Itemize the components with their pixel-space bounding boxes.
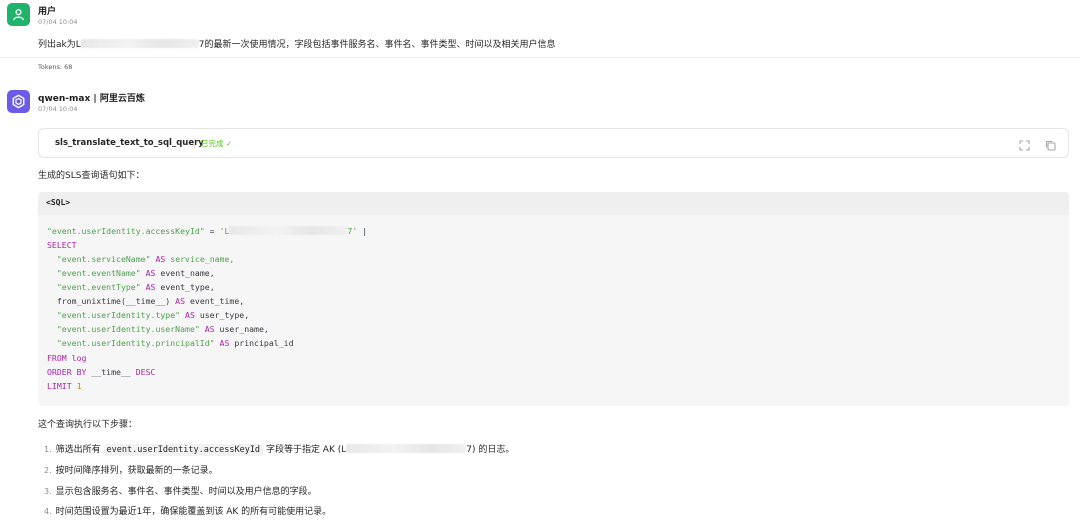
answer-intro: 生成的SLS查询语句如下： <box>38 171 145 181</box>
bot-avatar <box>7 90 30 113</box>
token-count: Tokens: 68 <box>38 63 73 71</box>
user-name: 用户 <box>38 7 57 17</box>
steps-intro: 这个查询执行以下步骤： <box>38 420 138 430</box>
code-line-1: "event.userIdentity.accessKeyId" = 'L 7' … <box>47 226 368 236</box>
code-language-label: <SQL> <box>46 198 71 207</box>
copy-icon[interactable] <box>1044 137 1057 151</box>
user-icon <box>13 9 24 21</box>
bot-message-time: 07/04 10:04 <box>38 105 78 113</box>
code-line-12: LIMIT 1 <box>47 381 82 391</box>
code-line-3: "event.serviceName" AS service_name, <box>56 254 235 264</box>
code-line-8: "event.userIdentity.userName" AS user_na… <box>56 324 269 334</box>
expand-icon[interactable] <box>1018 137 1031 151</box>
redacted-ak <box>80 39 199 48</box>
list-item: 3. 显示包含服务名、事件名、事件类型、时间以及用户信息的字段。 <box>44 487 317 497</box>
bot-name: qwen-max | 阿里云百炼 <box>38 94 145 104</box>
redacted-ak-code <box>229 226 348 235</box>
code-line-7: "event.userIdentity.type" AS user_type, <box>56 310 250 320</box>
list-item: 4. 时间范围设置为最近1年，确保能覆盖到该 AK 的所有可能使用记录。 <box>44 507 332 517</box>
code-line-5: "event.eventType" AS event_type, <box>56 282 215 292</box>
user-text-suffix: 7的最新一次使用情况，字段包括事件服务名、事件名、事件类型、时间以及相关用户信息 <box>198 40 556 50</box>
code-line-10: FROM log <box>47 353 87 363</box>
code-line-2: SELECT <box>47 240 77 250</box>
code-block-header: <SQL> <box>38 192 1069 215</box>
code-line-11: ORDER BY __time__ DESC <box>47 367 156 377</box>
inline-code: event.userIdentity.accessKeyId <box>103 444 264 456</box>
tool-call-status: 已完成 ✓ <box>201 139 233 148</box>
user-text-prefix: 列出ak为L <box>38 40 81 50</box>
message-divider <box>0 57 1080 58</box>
code-line-4: "event.eventName" AS event_name, <box>56 268 215 278</box>
qwen-logo-icon <box>12 94 25 109</box>
user-message-time: 07/04 10:04 <box>38 18 78 26</box>
list-item: 2. 按时间降序排列，获取最新的一条记录。 <box>44 466 218 476</box>
list-item: 1. 筛选出所有 event.userIdentity.accessKeyId 字… <box>44 444 515 456</box>
code-line-9: "event.userIdentity.principalId" AS prin… <box>56 338 294 348</box>
code-line-6: from_unixtime(__time__) AS event_time, <box>56 296 245 306</box>
redacted-ak-step <box>346 444 467 453</box>
tool-call-card[interactable]: sls_translate_text_to_sql_query 已完成 ✓ <box>38 128 1069 158</box>
sql-code-block: "event.userIdentity.accessKeyId" = 'L 7' … <box>38 215 1069 406</box>
tool-call-name: sls_translate_text_to_sql_query <box>55 138 204 148</box>
user-message-text: 列出ak为L 7的最新一次使用情况，字段包括事件服务名、事件名、事件类型、时间以及… <box>38 37 555 50</box>
user-avatar <box>7 3 30 26</box>
tool-separator <box>194 139 195 149</box>
